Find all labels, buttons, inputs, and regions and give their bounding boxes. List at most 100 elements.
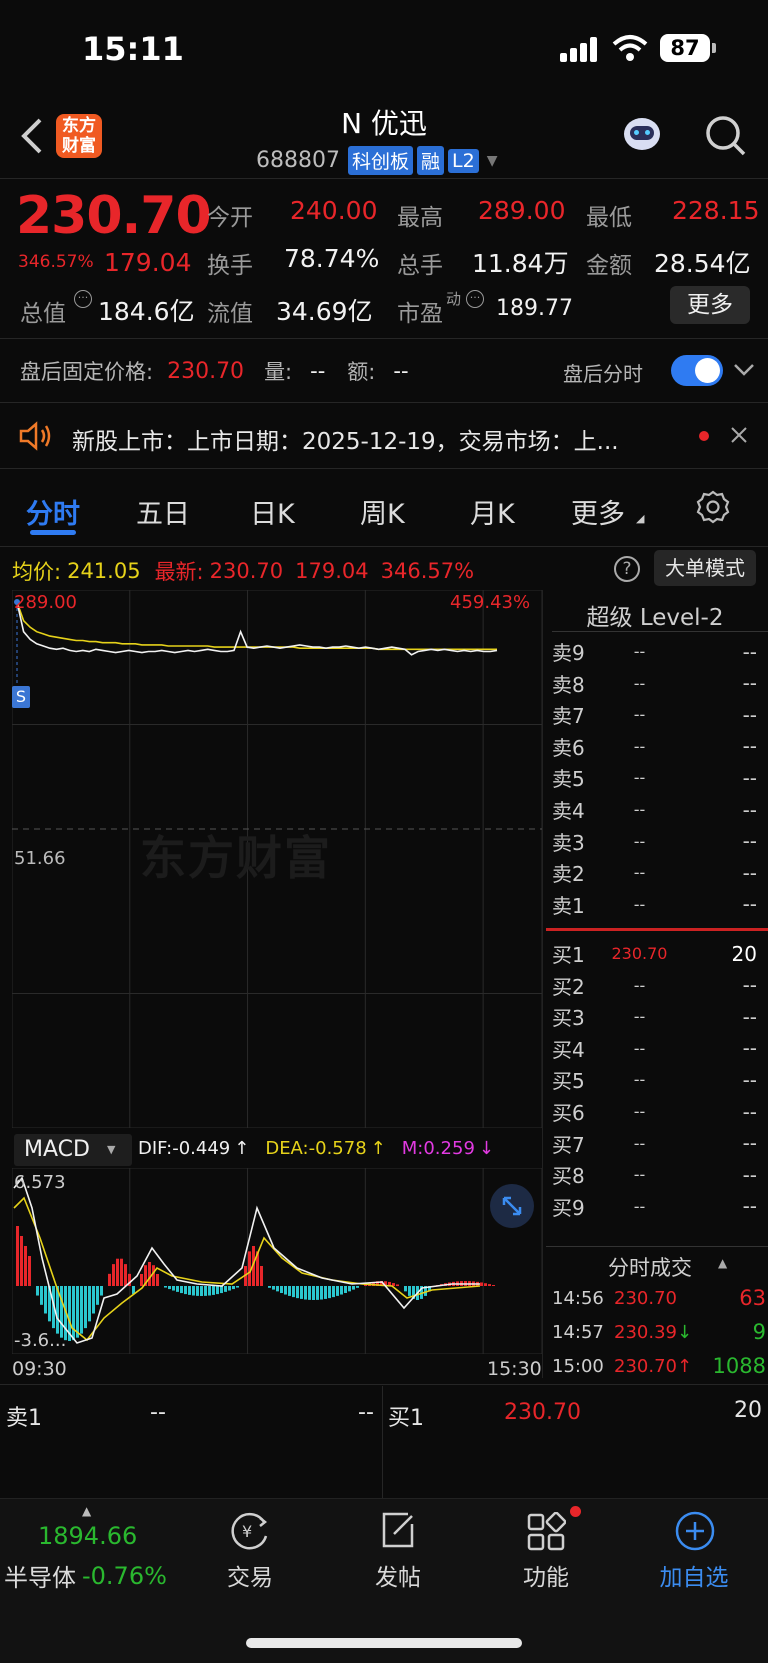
macd-bar-negative: [100, 1286, 103, 1296]
low-label: 最低: [586, 205, 632, 231]
tab-monthly-k[interactable]: 月K: [470, 492, 515, 531]
bid-price: --: [633, 1196, 646, 1216]
nav-trade-label[interactable]: 交易: [200, 1558, 300, 1592]
pe-info-icon[interactable]: ···: [466, 290, 484, 308]
robot-assistant-icon[interactable]: [620, 116, 664, 156]
macd-bar-positive: [28, 1256, 31, 1286]
bid-row[interactable]: 买2 -- --: [552, 970, 768, 1001]
macd-values: DIF: -0.449 ↑ DEA: -0.578 ↑ M: 0.259 ↓: [138, 1138, 494, 1159]
ask-row[interactable]: 卖2 -- --: [552, 857, 768, 888]
index-row[interactable]: 半导体 -0.76%: [4, 1558, 167, 1593]
level2-divider: [546, 1246, 768, 1247]
macd-bar-negative: [288, 1286, 291, 1296]
latest-pct: 346.57%: [380, 559, 475, 583]
pe-label: 市盈: [397, 301, 443, 327]
nav-post-label[interactable]: 发帖: [348, 1558, 448, 1592]
tick-price: 230.39: [614, 1321, 677, 1343]
nav-add-label[interactable]: 加自选: [644, 1558, 744, 1592]
ask-row[interactable]: 卖7 -- --: [552, 699, 768, 730]
macd-bar-negative: [292, 1286, 295, 1298]
back-icon[interactable]: [18, 116, 46, 156]
chevron-down-icon[interactable]: [733, 362, 755, 378]
search-icon[interactable]: [704, 114, 748, 158]
bid-row[interactable]: 买1 230.70 20: [552, 938, 768, 969]
tab-weekly-k[interactable]: 周K: [360, 492, 405, 531]
tab-intraday[interactable]: 分时: [26, 492, 80, 531]
ticks-title[interactable]: 分时成交: [608, 1252, 692, 1282]
macd-bar-negative: [180, 1286, 183, 1294]
bid-row[interactable]: 买3 -- --: [552, 1001, 768, 1032]
ask-volume: --: [742, 892, 757, 917]
bottom-ask-vol: --: [358, 1400, 374, 1425]
function-icon[interactable]: [526, 1512, 566, 1552]
macd-bar-negative: [344, 1286, 347, 1293]
tab-five-day[interactable]: 五日: [136, 492, 190, 531]
bid-row[interactable]: 买6 -- --: [552, 1096, 768, 1127]
ask-row[interactable]: 卖8 -- --: [552, 668, 768, 699]
post-icon[interactable]: [378, 1510, 418, 1550]
ticks-collapse-icon[interactable]: ▲: [718, 1256, 727, 1270]
index-name: 半导体: [4, 1564, 76, 1592]
macd-bar-positive: [140, 1274, 143, 1286]
dropdown-icon[interactable]: ▼: [487, 153, 498, 169]
ask-volume: --: [742, 765, 757, 790]
chart-watermark: 东方财富: [140, 831, 332, 885]
ask-row[interactable]: 卖1 -- --: [552, 889, 768, 920]
stock-name: N 优迅: [341, 107, 427, 140]
ask-row[interactable]: 卖6 -- --: [552, 731, 768, 762]
info-icon[interactable]: ···: [74, 290, 92, 308]
index-value[interactable]: 1894.66: [38, 1522, 137, 1550]
divider: [0, 338, 768, 339]
macd-top-value: 6.573: [14, 1172, 66, 1193]
ask-row[interactable]: 卖4 -- --: [552, 794, 768, 825]
close-icon[interactable]: [730, 426, 748, 444]
macd-bar-negative: [236, 1286, 239, 1288]
bottom-bid-label: 买1: [388, 1406, 424, 1431]
bid-row[interactable]: 买8 -- --: [552, 1159, 768, 1190]
tab-daily-k[interactable]: 日K: [250, 492, 295, 531]
level2-title[interactable]: 超级 Level-2: [542, 598, 768, 632]
expand-icon[interactable]: [490, 1184, 534, 1228]
help-icon[interactable]: ?: [614, 556, 640, 582]
bid-row[interactable]: 买5 -- --: [552, 1064, 768, 1095]
index-up-arrow: ▲: [82, 1504, 92, 1518]
settings-gear-icon[interactable]: [696, 490, 730, 524]
macd-chart[interactable]: [12, 1168, 542, 1354]
tick-row: 14:57 230.39 ↓ 9: [552, 1320, 766, 1344]
notice-text[interactable]: 新股上市：上市日期：2025-12-19，交易市场：上...: [72, 422, 619, 456]
macd-bar-negative: [324, 1286, 327, 1299]
nav-function-label[interactable]: 功能: [496, 1558, 596, 1592]
bid-level-label: 买8: [552, 1164, 585, 1189]
tick-volume: 1088: [712, 1354, 766, 1378]
more-button[interactable]: 更多: [670, 286, 750, 324]
open-value: 240.00: [290, 196, 378, 225]
bid-row[interactable]: 买4 -- --: [552, 1033, 768, 1064]
ask-row[interactable]: 卖5 -- --: [552, 762, 768, 793]
ask-price: --: [633, 705, 646, 725]
ask-row[interactable]: 卖3 -- --: [552, 826, 768, 857]
ask-level-label: 卖3: [552, 830, 585, 855]
bid-row[interactable]: 买7 -- --: [552, 1128, 768, 1159]
bid-row[interactable]: 买9 -- --: [552, 1191, 768, 1222]
battery-tip: [712, 43, 716, 53]
ask-volume: --: [742, 829, 757, 854]
tick-time: 14:56: [552, 1287, 604, 1309]
macd-bar-negative: [76, 1286, 79, 1338]
tab-more[interactable]: 更多: [571, 492, 625, 531]
macd-selector[interactable]: MACD ▼: [14, 1134, 132, 1166]
add-watchlist-icon[interactable]: [674, 1510, 716, 1552]
macd-bar-positive: [112, 1264, 115, 1286]
avg-price-line: [16, 601, 497, 651]
ask-level-label: 卖8: [552, 672, 585, 697]
sell-marker[interactable]: S: [12, 686, 30, 708]
home-indicator[interactable]: [246, 1638, 522, 1648]
mktcap-value: 184.6亿: [98, 297, 195, 326]
volume-label: 总手: [397, 253, 443, 279]
after-hours-toggle[interactable]: [671, 355, 723, 386]
trade-icon[interactable]: ¥: [228, 1510, 272, 1552]
big-order-mode-button[interactable]: 大单模式: [654, 550, 756, 586]
macd-bar-negative: [208, 1286, 211, 1296]
ask-row[interactable]: 卖9 -- --: [552, 636, 768, 667]
ask-price: --: [633, 768, 646, 788]
bid-price: --: [633, 975, 646, 995]
